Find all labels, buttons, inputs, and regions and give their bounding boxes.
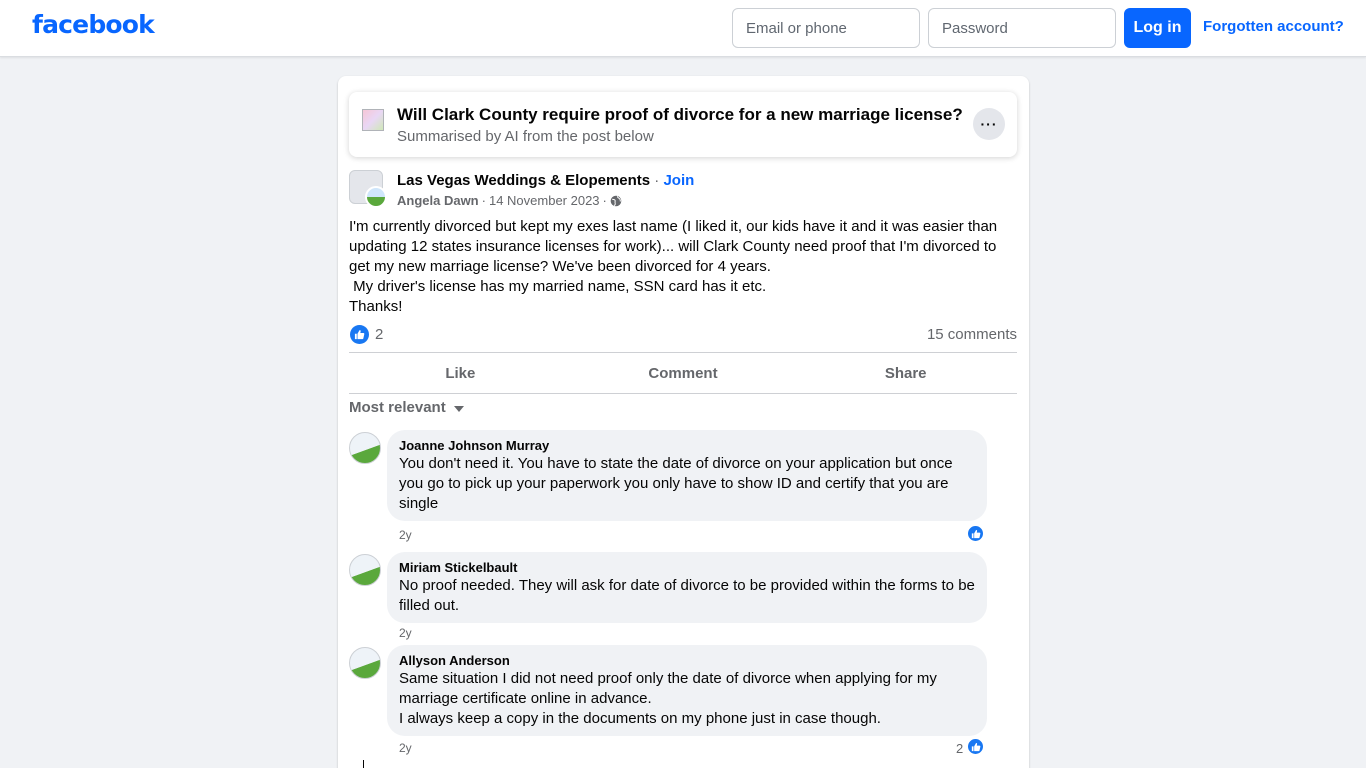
caret-down-icon [453,406,464,412]
comments-count-link[interactable]: 15 comments [927,326,1017,343]
group-name-link[interactable]: Las Vegas Weddings & Elopements [397,172,650,189]
ai-summary-title: Will Clark County require proof of divor… [397,105,963,124]
sort-dropdown[interactable]: Most relevant [349,399,464,416]
comment-like-reaction[interactable] [966,737,985,756]
comment-like-reaction[interactable] [966,524,985,543]
comment-text: Same situation I did not need proof only… [399,670,937,727]
share-button[interactable]: Share [794,353,1017,393]
post-card: Will Clark County require proof of divor… [338,76,1029,768]
facebook-logo[interactable]: facebook [32,10,155,39]
comment-like-count[interactable]: 2 [956,741,963,756]
reactions-row: 2 15 comments [349,324,1017,346]
meta-separator: · [602,193,607,208]
like-button[interactable]: Like [349,353,572,393]
commenter-avatar[interactable] [349,554,381,586]
group-avatar[interactable] [349,170,387,208]
commenter-name-link[interactable]: Allyson Anderson [399,653,975,669]
comment-text: No proof needed. They will ask for date … [399,577,980,614]
comment-bubble: Joanne Johnson Murray You don't need it.… [387,430,987,521]
post-body: I'm currently divorced but kept my exes … [349,217,1009,317]
more-options-button[interactable]: ··· [973,108,1005,140]
globe-icon [610,195,622,206]
comment-button[interactable]: Comment [572,353,795,393]
reaction-count[interactable]: 2 [375,326,383,343]
meta-separator: · [481,193,486,208]
thumbs-up-icon [971,529,980,538]
commenter-name-link[interactable]: Joanne Johnson Murray [399,438,975,454]
ai-summary-box: Will Clark County require proof of divor… [349,92,1017,157]
like-reaction-icon[interactable] [350,325,369,344]
comment-time[interactable]: 2y [399,626,412,640]
login-button[interactable]: Log in [1124,8,1191,48]
comment-time[interactable]: 2y [399,741,412,755]
email-field[interactable] [732,8,920,48]
comment-bubble: Allyson Anderson Same situation I did no… [387,645,987,736]
author-name-link[interactable]: Angela Dawn [397,193,479,208]
post-date-link[interactable]: 14 November 2023 [489,193,600,208]
thumbs-up-icon [971,742,980,751]
comment-bubble: Miriam Stickelbault No proof needed. The… [387,552,987,623]
commenter-name-link[interactable]: Miriam Stickelbault [399,560,975,576]
password-field[interactable] [928,8,1116,48]
sort-label: Most relevant [349,399,446,416]
commenter-avatar[interactable] [349,432,381,464]
ai-summary-thumbnail [362,109,384,131]
join-link[interactable]: Join [663,172,694,189]
thumbs-up-icon [354,330,365,340]
top-bar: facebook Log in Forgotten account? [0,0,1366,57]
comment-time[interactable]: 2y [399,528,412,542]
author-avatar [365,186,387,208]
text-cursor [363,760,364,768]
separator: · [650,172,664,189]
post-text: I'm currently divorced but kept my exes … [349,218,998,315]
action-bar: Like Comment Share [349,352,1017,394]
comment-text: You don't need it. You have to state the… [399,455,957,512]
more-icon: ··· [980,116,998,132]
group-line: Las Vegas Weddings & Elopements · Join [397,172,694,189]
post-meta: Angela Dawn · 14 November 2023 · [397,193,622,208]
ai-summary-subtitle: Summarised by AI from the post below [397,128,654,145]
forgotten-account-link[interactable]: Forgotten account? [1203,18,1344,35]
commenter-avatar[interactable] [349,647,381,679]
